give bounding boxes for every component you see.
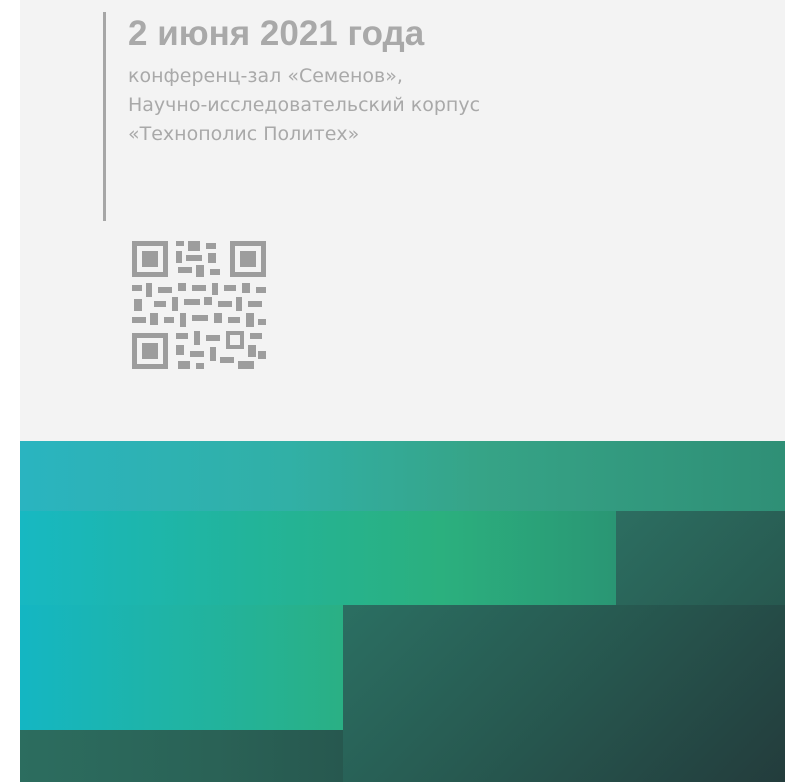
banner-band	[343, 605, 785, 782]
event-date: 2 июня 2021 года	[128, 14, 425, 53]
banner-band	[616, 511, 785, 605]
decorative-banner	[20, 441, 785, 782]
venue-line: «Технополис Политех»	[128, 123, 360, 145]
venue-line: Научно-исследовательский корпус	[128, 94, 481, 116]
banner-band	[20, 730, 343, 782]
qr-code-graphic	[132, 241, 266, 369]
accent-vertical-line	[103, 12, 106, 221]
event-venue: конференц-зал «Семенов», Научно-исследов…	[128, 62, 480, 149]
flyer-page: 2 июня 2021 года конференц-зал «Семенов»…	[20, 0, 785, 782]
banner-band	[20, 441, 785, 511]
venue-line: конференц-зал «Семенов»,	[128, 65, 403, 87]
qr-code-icon	[132, 241, 266, 369]
banner-band	[20, 605, 343, 730]
